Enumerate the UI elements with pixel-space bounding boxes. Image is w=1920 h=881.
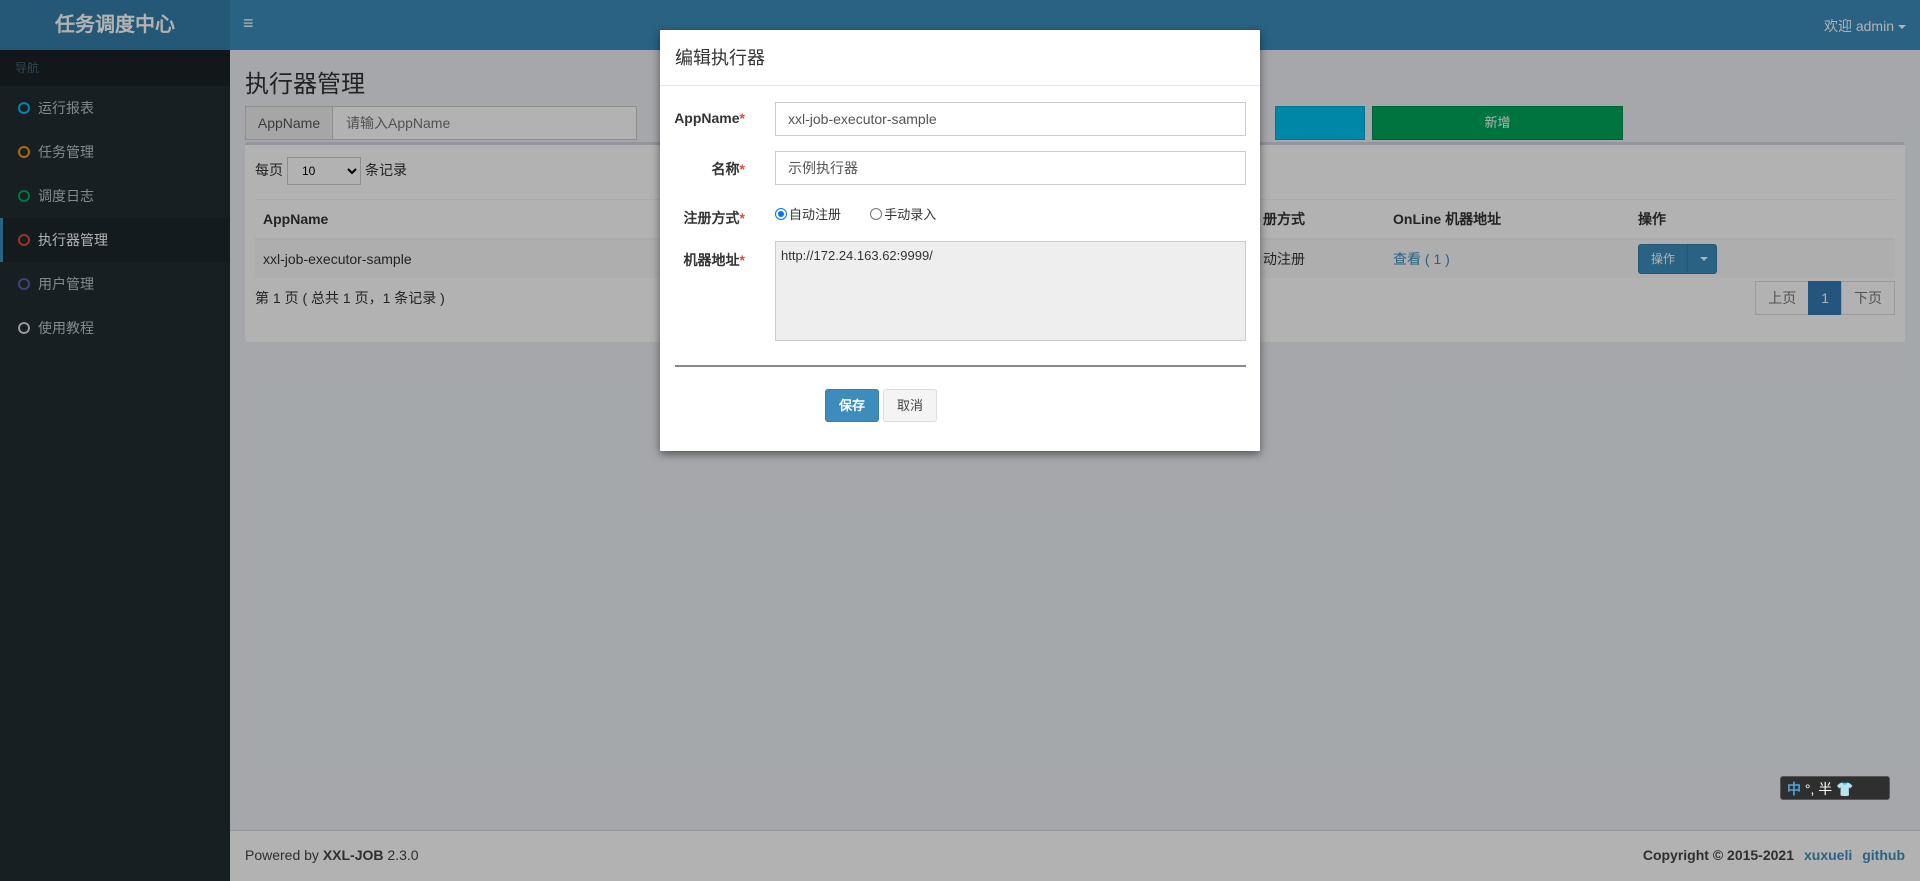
form-divider	[675, 365, 1246, 367]
reg-manual-radio[interactable]	[870, 208, 883, 221]
addr-label-text: 机器地址	[683, 252, 740, 268]
appname-field[interactable]	[775, 102, 1246, 136]
address-label: 机器地址*	[684, 250, 745, 270]
reg-manual-label[interactable]: 手动录入	[884, 207, 936, 222]
reg-auto-radio[interactable]	[775, 208, 787, 221]
reg-label-text: 注册方式	[683, 210, 740, 226]
reg-auto-label[interactable]: 自动注册	[789, 207, 841, 222]
name-label: 名称*	[712, 159, 745, 179]
appname-label-text: AppName	[674, 110, 740, 126]
appname-label: AppName*	[674, 110, 745, 126]
address-textarea[interactable]: http://172.24.163.62:9999/	[775, 241, 1246, 341]
ime-status-bar[interactable]: 中 °, 半 👕	[1780, 776, 1890, 800]
ime-status-text: °, 半 👕	[1804, 781, 1854, 797]
cancel-button[interactable]: 取消	[883, 389, 937, 422]
modal-title: 编辑执行器	[660, 30, 1260, 86]
required-mark: *	[739, 161, 745, 177]
edit-executor-modal: 编辑执行器 AppName* 名称* 注册方式* 自动注册 手动录入 机器地址*…	[660, 30, 1260, 451]
required-mark: *	[739, 210, 745, 226]
reg-type-radio-group: 自动注册 手动录入	[775, 204, 936, 223]
required-mark: *	[739, 252, 745, 268]
ime-chinese-icon: 中	[1787, 781, 1801, 797]
reg-type-label: 注册方式*	[684, 208, 745, 228]
required-mark: *	[739, 110, 745, 126]
name-label-text: 名称	[711, 161, 740, 177]
save-button[interactable]: 保存	[825, 389, 879, 422]
name-field[interactable]	[775, 151, 1246, 185]
